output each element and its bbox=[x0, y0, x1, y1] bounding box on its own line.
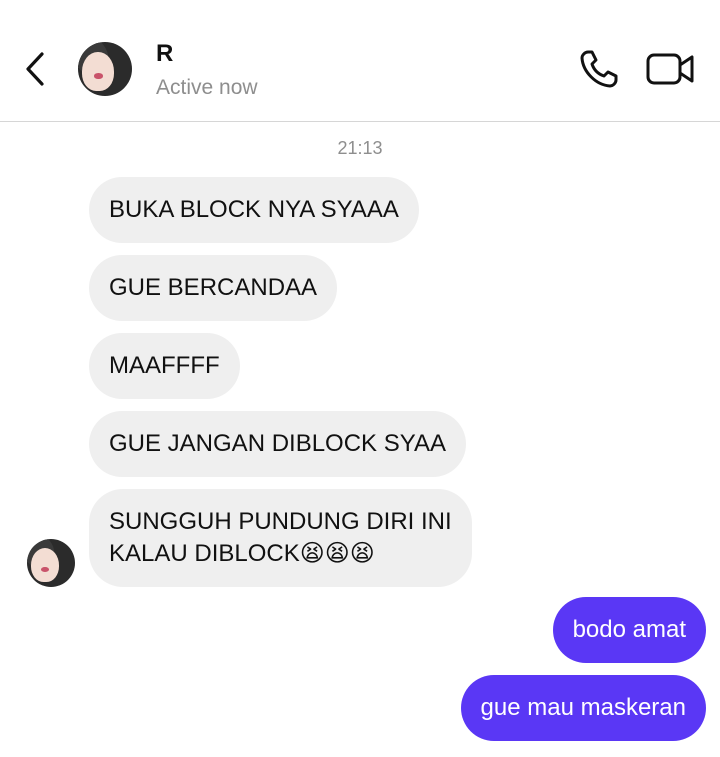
sender-avatar[interactable] bbox=[27, 539, 75, 587]
outgoing-message[interactable]: bodo amat bbox=[552, 597, 706, 663]
back-chevron-icon[interactable] bbox=[18, 48, 54, 90]
avatar[interactable] bbox=[78, 42, 132, 96]
active-status: Active now bbox=[156, 76, 258, 99]
incoming-message[interactable]: GUE BERCANDAA bbox=[89, 255, 338, 321]
incoming-message[interactable]: GUE JANGAN DIBLOCK SYAA bbox=[89, 411, 466, 477]
contact-name[interactable]: R bbox=[156, 40, 173, 68]
incoming-message[interactable]: MAAFFFF bbox=[89, 333, 240, 399]
video-camera-icon[interactable] bbox=[645, 50, 695, 88]
outgoing-message[interactable]: gue mau maskeran bbox=[460, 675, 706, 741]
chat-header: R Active now bbox=[0, 0, 720, 122]
incoming-message[interactable]: BUKA BLOCK NYA SYAAA bbox=[89, 177, 419, 243]
phone-icon[interactable] bbox=[578, 48, 620, 90]
incoming-message[interactable]: SUNGGUH PUNDUNG DIRI INI KALAU DIBLOCK😫😫… bbox=[89, 489, 472, 587]
message-timestamp: 21:13 bbox=[337, 138, 383, 158]
